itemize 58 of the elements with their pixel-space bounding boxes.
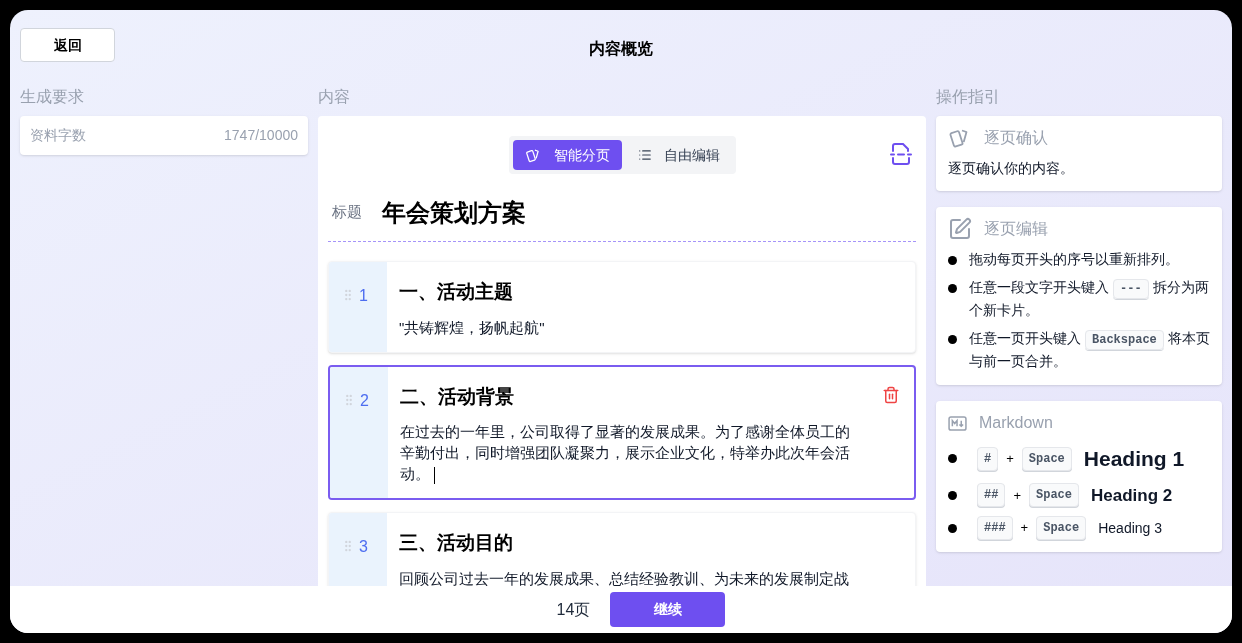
page-body: 在过去的一年里，公司取得了显著的发展成果。为了感谢全体员工的辛勤付出，同时增强团队凝聚力，展示企业文化，特举办此次年会活动。 [400,422,851,484]
page-heading: 三、活动目的 [399,531,514,555]
split-document-icon[interactable] [890,142,912,166]
heading-example: Heading 3 [1098,518,1163,538]
section-label: 操作指引 [936,87,1001,107]
markdown-icon [948,415,967,431]
page-number: 2 [360,390,369,411]
pencil-icon [948,217,972,241]
page-title: 内容概览 [589,39,653,59]
heading-example: Heading 2 [1091,484,1173,507]
key-label: --- [1113,279,1149,299]
guide-card-title: Markdown [979,413,1053,433]
document-title: 年会策划方案 [382,197,526,228]
info-value: 1747/10000 [224,126,298,145]
bullet-icon [948,454,957,464]
guide-list-item: 任意一页开头键入 Backspace 将本页与前一页合并。 [969,329,1210,371]
page-number: 1 [359,286,368,306]
section-label: 内容 [318,87,351,107]
key-label: ### [977,516,1013,540]
text-cursor [434,466,435,484]
bullet-icon [948,335,957,344]
page-number: 3 [359,537,368,557]
guide-card-title: 逐页确认 [984,128,1048,148]
mode-tab[interactable]: 智能分页 [512,140,622,170]
bullet-icon [948,256,957,265]
key-label: Space [1021,446,1072,471]
page-card[interactable]: 1 一、活动主题 "共铸辉煌，扬帆起航" [328,261,916,353]
key-label: ## [977,483,1006,508]
bullet-icon [948,490,957,500]
guide-text: 逐页确认你的内容。 [948,159,1075,178]
back-button[interactable]: 返回 [20,28,115,62]
page-card[interactable]: 3 三、活动目的 回顾公司过去一年的发展成果、总结经验教训、为未来的发展制定战 [328,512,916,586]
continue-button[interactable]: 继续 [610,592,726,627]
page-heading: 一、活动主题 [399,280,514,304]
heading-example: Heading 1 [1083,446,1185,472]
guide-card-title: 逐页编辑 [984,219,1048,239]
key-label: Space [1036,516,1087,540]
section-label: 生成要求 [20,87,85,107]
guide-list-item: 拖动每页开头的序号以重新排列。 [969,251,1179,269]
guide-list-item: 任意一段文字开头键入 --- 拆分为两个新卡片。 [969,278,1210,320]
bullet-icon [948,523,957,533]
page-count: 14页 [556,599,591,620]
key-label: Space [1029,483,1079,508]
page-heading: 二、活动背景 [400,384,515,409]
info-label: 资料字数 [30,126,86,145]
delete-icon[interactable] [882,385,900,404]
bullet-icon [948,284,957,293]
key-label: Backspace [1085,330,1164,350]
title-label: 标题 [331,202,362,223]
key-label: # [977,446,999,471]
page-card[interactable]: 2 二、活动背景 在过去的一年里，公司取得了显著的发展成果。为了感谢全体员工的辛勤付出，同时增强团队凝聚力，展示企业文化，特举办此次年会活动。 [328,364,916,500]
page-body: "共铸辉煌，扬帆起航" [399,317,546,338]
page-body: 回顾公司过去一年的发展成果、总结经验教训、为未来的发展制定战 [399,568,850,586]
mode-tab[interactable]: 自由编辑 [625,140,732,170]
plus-sign: + [1013,486,1021,505]
plus-sign: + [1006,450,1014,468]
list-icon [637,148,652,162]
plus-sign: + [1020,519,1029,538]
